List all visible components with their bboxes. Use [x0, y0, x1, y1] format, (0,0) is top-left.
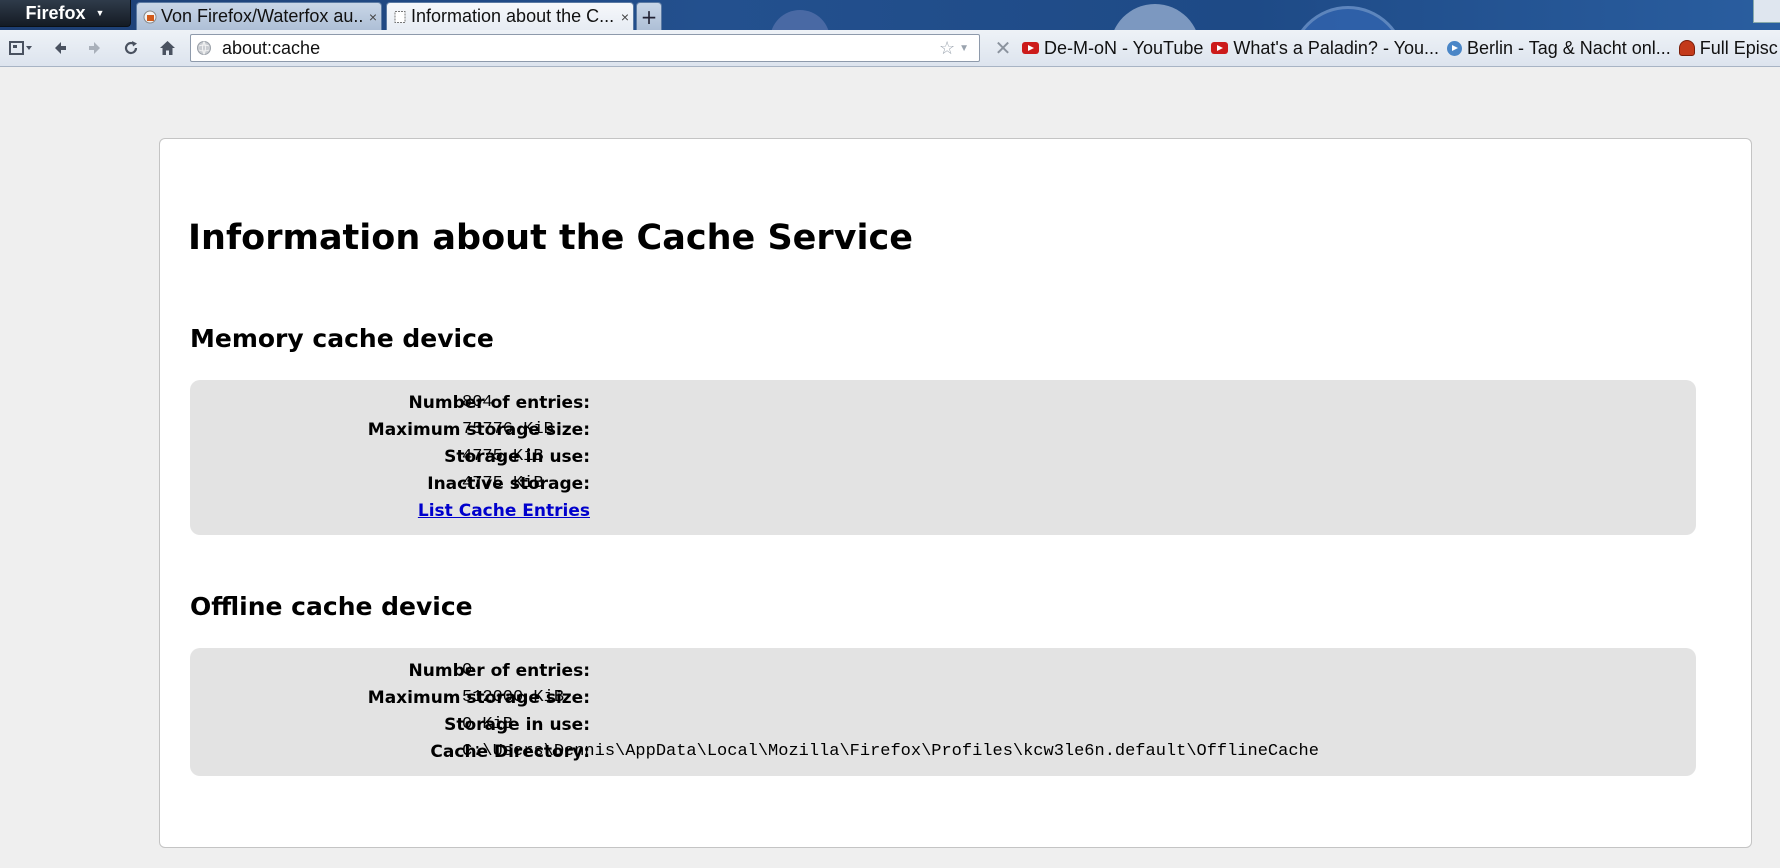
blank-page-icon: [394, 10, 406, 23]
row-value: 4775 KiB: [462, 447, 544, 466]
bookmarks-toolbar: De-M-oN - YouTube What's a Paladin? - Yo…: [1022, 34, 1780, 62]
firefox-menu-label: Firefox: [25, 2, 86, 23]
youtube-icon: [1211, 42, 1229, 54]
tab-title: Von Firefox/Waterfox au...: [161, 6, 365, 26]
reload-icon: [124, 41, 138, 55]
window-control-button[interactable]: [1753, 0, 1780, 23]
bookmark-label: Berlin - Tag & Nacht onl...: [1467, 37, 1671, 58]
tab-title: Information about the C...: [411, 6, 615, 26]
stop-button[interactable]: ✕: [992, 34, 1014, 62]
close-icon: ✕: [994, 36, 1012, 60]
youtube-icon: [1022, 42, 1039, 54]
info-row: List Cache Entries: [190, 501, 1696, 525]
chevron-down-icon: ▼: [95, 8, 105, 18]
history-dropdown-icon[interactable]: ▼: [959, 43, 969, 54]
row-label: Number of entries:: [408, 393, 590, 413]
background-decoration: [770, 10, 830, 30]
navigation-toolbar: about:cache ☆ ▼ ✕ De-M-oN - YouTube What…: [0, 30, 1780, 67]
memory-cache-panel: Number of entries: 804 Maximum storage s…: [190, 380, 1696, 535]
play-circle-icon: [1447, 40, 1462, 56]
back-arrow-icon: [55, 42, 66, 54]
bookmark-label: De-M-oN - YouTube: [1044, 37, 1204, 58]
info-row: Storage in use: 4775 KiB: [190, 447, 1696, 471]
url-bar[interactable]: about:cache ☆ ▼: [190, 34, 980, 62]
page-title: Information about the Cache Service: [188, 218, 913, 258]
panorama-icon: [9, 41, 32, 55]
close-tab-icon[interactable]: ×: [369, 9, 377, 25]
tab-cache-info[interactable]: Information about the C... ×: [386, 2, 634, 30]
bookmark-item[interactable]: What's a Paladin? - You...: [1211, 38, 1439, 59]
row-value: 0 KiB: [462, 715, 514, 734]
row-value: 0: [462, 661, 473, 680]
home-button[interactable]: [152, 35, 182, 61]
globe-icon: [197, 41, 211, 55]
row-value: 512000 KiB: [462, 688, 565, 707]
cache-directory-value: C:\Users\Dennis\AppData\Local\Mozilla\Fi…: [462, 742, 1319, 761]
info-row: Number of entries: 0: [190, 661, 1696, 685]
new-tab-button[interactable]: +: [636, 2, 662, 30]
info-row: Maximum storage size: 512000 KiB: [190, 688, 1696, 712]
row-value: 804: [462, 393, 493, 412]
favicon-icon: [143, 10, 157, 23]
forward-button[interactable]: [80, 35, 110, 61]
tab-groups-button[interactable]: [4, 35, 38, 61]
bookmark-label: What's a Paladin? - You...: [1233, 37, 1439, 58]
bookmark-item[interactable]: Full Episc: [1678, 37, 1778, 59]
forward-arrow-icon: [89, 42, 100, 54]
tab-firefox-waterfox[interactable]: Von Firefox/Waterfox au... ×: [136, 2, 382, 30]
background-decoration: [1110, 4, 1200, 30]
memory-cache-heading: Memory cache device: [190, 324, 494, 353]
url-text: about:cache: [222, 37, 321, 58]
title-bar: Firefox ▼ Von Firefox/Waterfox au... × I…: [0, 0, 1780, 30]
bookmark-star-icon[interactable]: ☆: [939, 38, 955, 59]
character-icon: [1678, 40, 1695, 56]
home-icon: [159, 41, 175, 55]
bookmark-item[interactable]: Berlin - Tag & Nacht onl...: [1447, 38, 1671, 59]
row-value: 75776 KiB: [462, 420, 554, 439]
close-tab-icon[interactable]: ×: [621, 9, 629, 25]
info-row: Storage in use: 0 KiB: [190, 715, 1696, 739]
back-button[interactable]: [45, 35, 75, 61]
row-value: 4775 KiB: [462, 474, 544, 493]
list-cache-entries-link[interactable]: List Cache Entries: [418, 501, 590, 521]
row-label: Number of entries:: [408, 661, 590, 681]
firefox-menu-button[interactable]: Firefox ▼: [0, 0, 131, 27]
reload-button[interactable]: [116, 35, 146, 61]
offline-cache-heading: Offline cache device: [190, 592, 473, 621]
offline-cache-panel: Number of entries: 0 Maximum storage siz…: [190, 648, 1696, 776]
info-row: Number of entries: 804: [190, 393, 1696, 417]
info-row: Cache Directory: C:\Users\Dennis\AppData…: [190, 742, 1696, 766]
bookmark-item[interactable]: De-M-oN - YouTube: [1022, 38, 1203, 59]
background-decoration: [1290, 6, 1406, 30]
bookmark-label: Full Episc: [1699, 37, 1778, 58]
info-row: Inactive storage: 4775 KiB: [190, 474, 1696, 498]
info-row: Maximum storage size: 75776 KiB: [190, 420, 1696, 444]
